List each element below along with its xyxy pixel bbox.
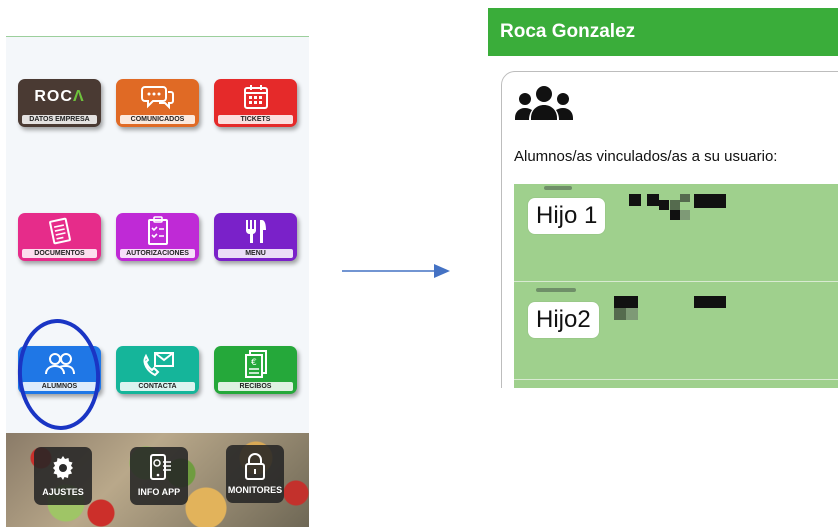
student-list: Hijo 1 Hijo2 (514, 184, 838, 388)
monitores-label: MONITORES (227, 485, 283, 495)
receipts-icon: € (214, 346, 297, 382)
tile-label: CONTACTA (120, 382, 195, 391)
redacted-pixel (680, 210, 690, 220)
list-item (514, 380, 838, 388)
ajustes-button[interactable]: AJUSTES (34, 447, 92, 505)
tile-label: MENU (218, 249, 293, 258)
monitores-button[interactable]: MONITORES (226, 445, 284, 503)
food-banner-image: AJUSTES INFO APP MONITORES (6, 433, 309, 527)
fork-knife-icon (214, 213, 297, 249)
tile-contacta[interactable]: CONTACTA (116, 346, 199, 394)
svg-text:€: € (251, 358, 257, 368)
students-card: Alumnos/as vinculados/as a su usuario: H… (501, 71, 838, 388)
ajustes-label: AJUSTES (42, 487, 84, 497)
chat-bubbles-icon (116, 79, 199, 115)
redacted-mark (544, 186, 572, 190)
screenshot-stage: ROCΛ DATOS EMPRESA COMUNICADOS TICKETS D… (0, 0, 838, 527)
redacted-pixel (670, 200, 680, 210)
info-app-label: INFO APP (137, 487, 181, 497)
tile-label: TICKETS (218, 115, 293, 124)
redacted-pixel (680, 194, 690, 202)
phone-info-icon (144, 453, 174, 483)
navigation-arrow-icon (342, 264, 450, 278)
list-item[interactable]: Hijo 1 (514, 184, 838, 282)
info-app-button[interactable]: INFO APP (130, 447, 188, 505)
redacted-pixel (694, 296, 726, 308)
redacted-pixel (626, 308, 638, 320)
document-icon (18, 213, 101, 249)
roca-logo: ROCΛ (18, 79, 101, 115)
tile-comunicados[interactable]: COMUNICADOS (116, 79, 199, 127)
redacted-pixel (647, 194, 659, 206)
checklist-icon (116, 213, 199, 249)
tile-tickets[interactable]: TICKETS (214, 79, 297, 127)
lock-icon (240, 451, 270, 481)
app-header: Roca Gonzalez (488, 8, 838, 56)
tile-recibos[interactable]: € RECIBOS (214, 346, 297, 394)
tile-autorizaciones[interactable]: AUTORIZACIONES (116, 213, 199, 261)
tile-label: AUTORIZACIONES (120, 249, 195, 258)
annotation-circle (14, 316, 104, 433)
redacted-pixel (629, 194, 641, 206)
right-app-screen: Roca Gonzalez Alumnos/as vinculados/as a… (488, 8, 838, 388)
header-title: Roca Gonzalez (500, 21, 636, 42)
tile-menu[interactable]: MENU (214, 213, 297, 261)
gear-icon (48, 453, 78, 483)
redacted-pixel (626, 296, 638, 308)
tile-documentos[interactable]: DOCUMENTOS (18, 213, 101, 261)
redacted-pixel (614, 308, 626, 320)
redacted-pixel (614, 296, 626, 308)
tile-label: RECIBOS (218, 382, 293, 391)
redacted-pixel (694, 194, 726, 208)
tile-label: DOCUMENTOS (22, 249, 97, 258)
roca-logo-text: ROCΛ (34, 88, 85, 105)
tile-label: COMUNICADOS (120, 115, 195, 124)
users-group-icon (514, 84, 574, 135)
calendar-icon (214, 79, 297, 115)
student-name-chip: Hijo2 (528, 302, 599, 338)
redacted-pixel (670, 210, 680, 220)
student-name-chip: Hijo 1 (528, 198, 606, 234)
left-app-screen: ROCΛ DATOS EMPRESA COMUNICADOS TICKETS D… (6, 36, 309, 527)
redacted-mark (536, 288, 576, 292)
tile-datos-empresa[interactable]: ROCΛ DATOS EMPRESA (18, 79, 101, 127)
redacted-pixel (659, 200, 669, 210)
list-item[interactable]: Hijo2 (514, 282, 838, 380)
card-subtitle: Alumnos/as vinculados/as a su usuario: (514, 148, 778, 165)
envelope-phone-icon (116, 346, 199, 382)
tile-label: DATOS EMPRESA (22, 115, 97, 124)
